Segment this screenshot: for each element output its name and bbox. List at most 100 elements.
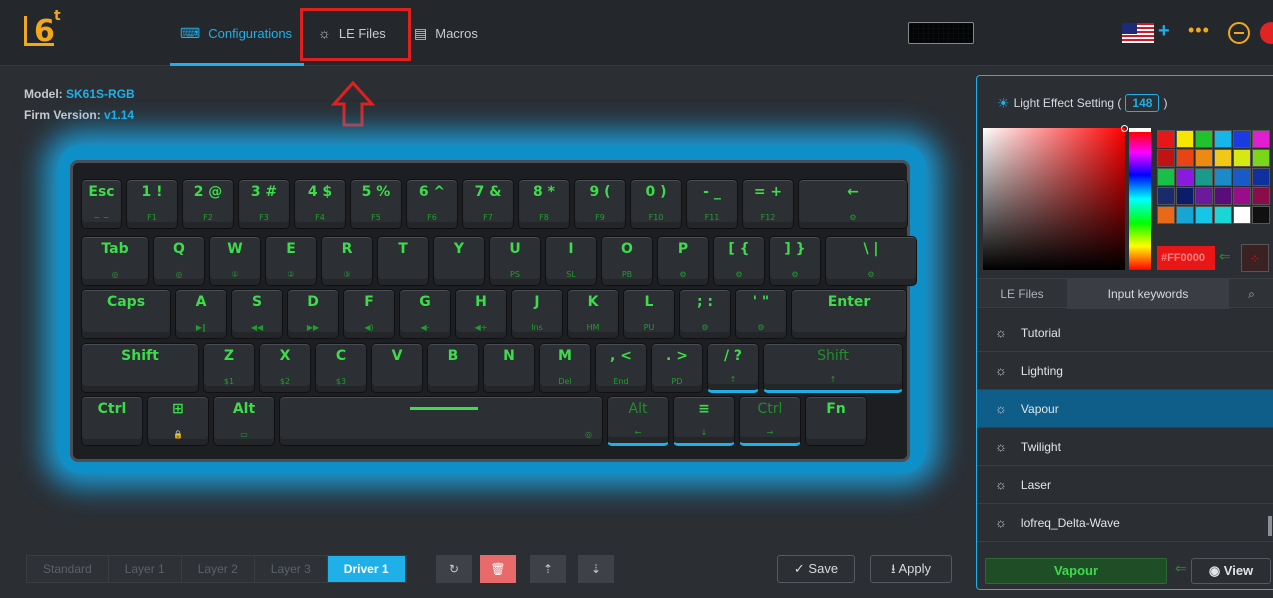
key[interactable]: H ◀+ xyxy=(455,289,507,339)
key[interactable]: P ⚙ xyxy=(657,236,709,286)
color-swatch[interactable] xyxy=(1233,187,1251,205)
key[interactable]: Tab ◎ xyxy=(81,236,149,286)
le-file-item[interactable]: ☼ Vapour xyxy=(977,390,1273,428)
layer-tab[interactable]: Layer 3 xyxy=(254,556,328,582)
color-swatch[interactable] xyxy=(1157,130,1175,148)
key[interactable]: R③ xyxy=(321,236,373,286)
key[interactable]: J Ins xyxy=(511,289,563,339)
key[interactable]: Caps xyxy=(81,289,171,339)
key[interactable]: ← ⚙ xyxy=(798,179,908,229)
color-swatch[interactable] xyxy=(1157,168,1175,186)
more-options-button[interactable]: ••• xyxy=(1188,20,1210,41)
key[interactable]: K HM xyxy=(567,289,619,339)
apply-button[interactable]: ⭳ Apply xyxy=(870,555,952,583)
key[interactable]: I SL xyxy=(545,236,597,286)
close-button[interactable] xyxy=(1260,22,1273,44)
key[interactable]: 0 ) F10 xyxy=(630,179,682,229)
add-device-button[interactable]: + xyxy=(1158,20,1170,43)
color-swatch[interactable] xyxy=(1176,149,1194,167)
key[interactable]: G ◀- xyxy=(399,289,451,339)
key[interactable]: D ▶▶ xyxy=(287,289,339,339)
hue-slider[interactable] xyxy=(1129,128,1151,270)
key[interactable]: 7 & F7 xyxy=(462,179,514,229)
key[interactable]: X $2 xyxy=(259,343,311,393)
le-file-item[interactable]: ☼ lofreq_Delta-Wave xyxy=(977,504,1273,542)
key[interactable]: Z $1 xyxy=(203,343,255,393)
color-swatch[interactable] xyxy=(1252,206,1270,224)
minimize-button[interactable] xyxy=(1228,22,1250,44)
layer-tab[interactable]: Driver 1 xyxy=(327,556,406,582)
color-swatch[interactable] xyxy=(1176,130,1194,148)
hex-color-input[interactable]: #FF0000 xyxy=(1157,246,1215,270)
key[interactable]: E② xyxy=(265,236,317,286)
le-file-item[interactable]: ☼ Laser xyxy=(977,466,1273,504)
language-flag-icon[interactable] xyxy=(1122,23,1154,43)
color-swatch[interactable] xyxy=(1214,187,1232,205)
le-file-item[interactable]: ☼ Lighting xyxy=(977,352,1273,390)
key[interactable]: L PU xyxy=(623,289,675,339)
key[interactable]: A ▶‖ xyxy=(175,289,227,339)
key[interactable]: W① xyxy=(209,236,261,286)
key[interactable]: Fn xyxy=(805,396,867,446)
current-effect-field[interactable]: Vapour xyxy=(985,558,1167,584)
key[interactable]: ' " ⚙ xyxy=(735,289,787,339)
key[interactable]: Shift ↑ xyxy=(763,343,903,393)
tab-configurations[interactable]: ⌨ Configurations xyxy=(170,0,306,66)
key[interactable]: V xyxy=(371,343,423,393)
le-file-item[interactable]: ☼ Twilight xyxy=(977,428,1273,466)
color-swatch[interactable] xyxy=(1233,149,1251,167)
key[interactable]: Shift xyxy=(81,343,199,393)
color-swatch[interactable] xyxy=(1157,187,1175,205)
key[interactable]: 2 @ F2 xyxy=(182,179,234,229)
key[interactable]: 3 # F3 xyxy=(238,179,290,229)
color-swatch[interactable] xyxy=(1233,168,1251,186)
key[interactable]: Alt ← xyxy=(607,396,669,446)
color-swatch[interactable] xyxy=(1176,187,1194,205)
color-swatch[interactable] xyxy=(1195,149,1213,167)
key[interactable]: U PS xyxy=(489,236,541,286)
le-file-item[interactable]: ☼ Tutorial xyxy=(977,314,1273,352)
key[interactable]: [ {⚙ xyxy=(713,236,765,286)
upload-button[interactable]: ⇡ xyxy=(530,555,566,583)
key[interactable]: F ◀) xyxy=(343,289,395,339)
key[interactable]: ≡ ↓ xyxy=(673,396,735,446)
key[interactable]: Alt ▭ xyxy=(213,396,275,446)
color-swatch[interactable] xyxy=(1252,168,1270,186)
key[interactable]: = + F12 xyxy=(742,179,794,229)
keyboard-thumbnail[interactable] xyxy=(908,22,974,44)
layer-tab[interactable]: Layer 2 xyxy=(181,556,255,582)
color-swatch[interactable] xyxy=(1176,168,1194,186)
color-swatch[interactable] xyxy=(1157,149,1175,167)
key[interactable]: Ctrl xyxy=(81,396,143,446)
key[interactable]: 8 * F8 xyxy=(518,179,570,229)
key[interactable]: M Del xyxy=(539,343,591,393)
color-swatch[interactable] xyxy=(1214,206,1232,224)
key[interactable]: Q ◎ xyxy=(153,236,205,286)
key[interactable]: C $3 xyxy=(315,343,367,393)
color-swatch[interactable] xyxy=(1195,187,1213,205)
color-swatch[interactable] xyxy=(1157,206,1175,224)
key[interactable]: 4 $ F4 xyxy=(294,179,346,229)
keyword-search-input[interactable]: Input keywords xyxy=(1067,279,1229,309)
key[interactable]: \ | ⚙ xyxy=(825,236,917,286)
color-swatch[interactable] xyxy=(1214,149,1232,167)
key[interactable]: Enter xyxy=(791,289,907,339)
key[interactable]: Ctrl → xyxy=(739,396,801,446)
key[interactable]: N xyxy=(483,343,535,393)
download-button[interactable]: ⇣ xyxy=(578,555,614,583)
reset-button[interactable]: ↻ xyxy=(436,555,472,583)
color-swatch[interactable] xyxy=(1252,130,1270,148)
key[interactable]: B xyxy=(427,343,479,393)
key[interactable]: Y xyxy=(433,236,485,286)
key[interactable]: . > PD xyxy=(651,343,703,393)
key[interactable]: 5 % F5 xyxy=(350,179,402,229)
key[interactable]: 1 ! F1 xyxy=(126,179,178,229)
tab-le-files-list[interactable]: LE Files xyxy=(977,279,1067,309)
key[interactable]: ◎ xyxy=(279,396,603,446)
color-swatch[interactable] xyxy=(1233,206,1251,224)
key[interactable]: / ? ↑ xyxy=(707,343,759,393)
layer-tab[interactable]: Layer 1 xyxy=(108,556,182,582)
key[interactable]: ] } ⚙ xyxy=(769,236,821,286)
layer-tab[interactable]: Standard xyxy=(27,556,109,582)
tab-macros[interactable]: ▤ Macros xyxy=(414,0,494,66)
